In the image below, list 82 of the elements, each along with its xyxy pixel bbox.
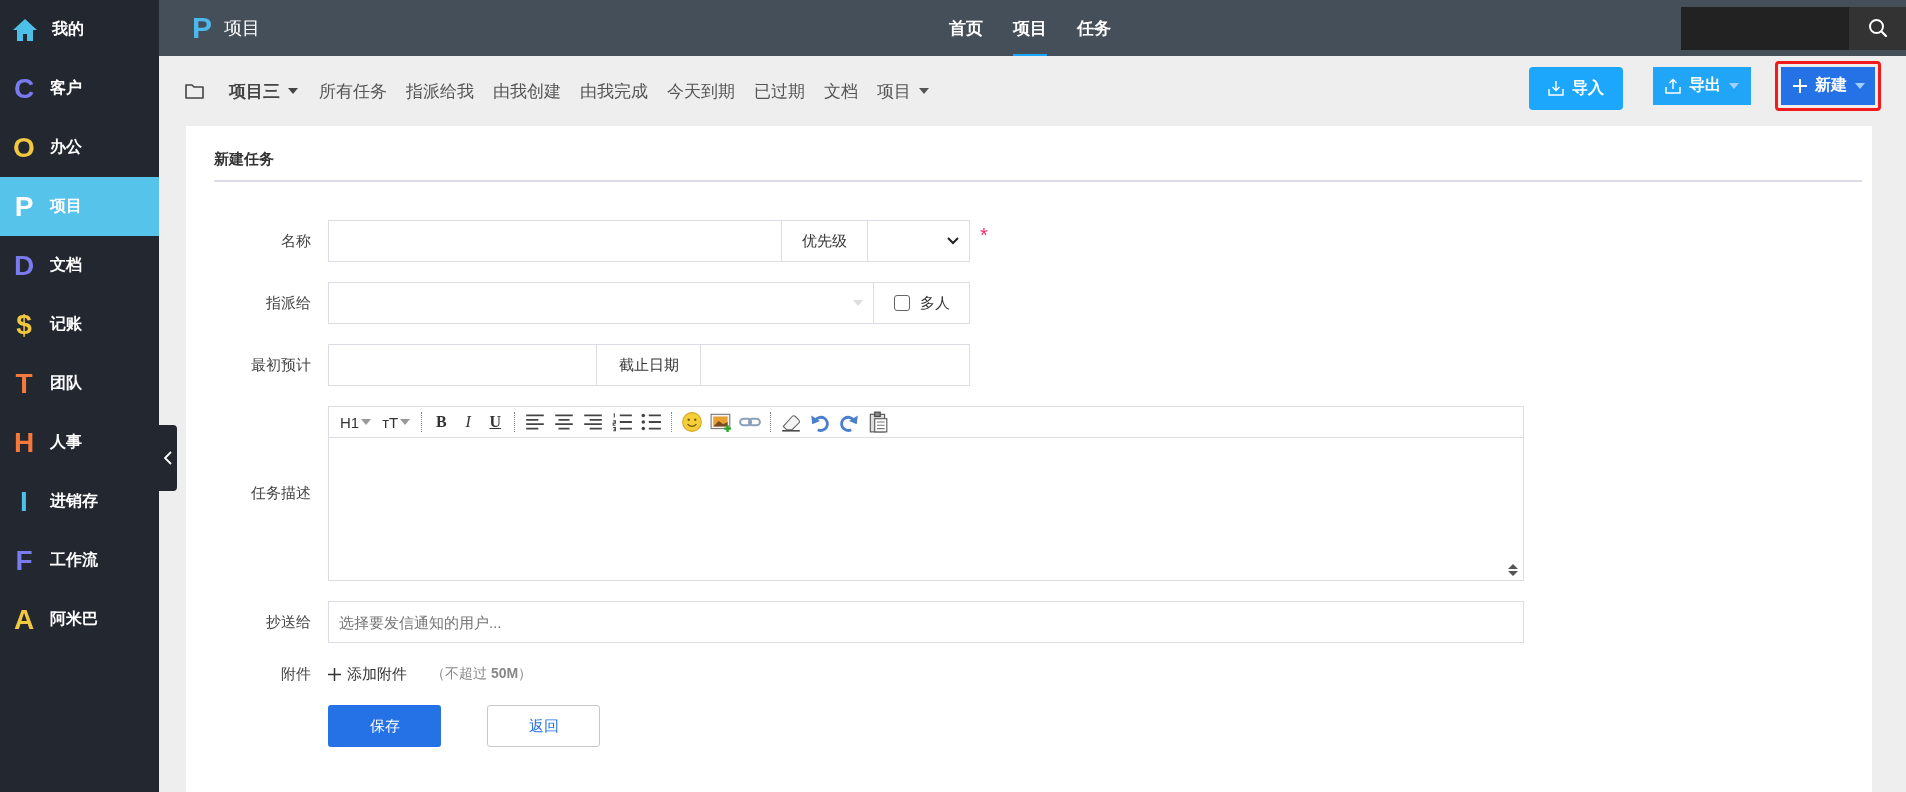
nav-tab[interactable]: 项目 xyxy=(1013,0,1047,56)
image-icon[interactable] xyxy=(709,411,734,433)
letter-icon: O xyxy=(12,133,36,162)
letter-icon: A xyxy=(12,605,36,634)
chevron-left-icon xyxy=(164,451,172,465)
letter-icon: C xyxy=(12,74,36,103)
download-icon xyxy=(1548,80,1564,96)
underline-button[interactable]: U xyxy=(484,411,507,433)
sidebar-item[interactable]: 我的 xyxy=(0,0,159,59)
field-label: 附件 xyxy=(280,664,311,684)
nav-link[interactable]: 文档 xyxy=(824,79,858,103)
date-field[interactable] xyxy=(701,344,970,386)
nav-link[interactable]: 由我创建 xyxy=(493,79,561,103)
caret-icon xyxy=(361,419,372,425)
sidebar-item[interactable]: A 阿米巴 xyxy=(0,590,159,649)
bold-button[interactable]: B xyxy=(430,411,453,433)
required-mark: * xyxy=(980,224,988,247)
logo-letter: P xyxy=(192,13,212,43)
letter-icon: $ xyxy=(12,310,36,339)
collapse-sidebar-button[interactable] xyxy=(159,425,177,491)
bullet-list-icon[interactable] xyxy=(639,411,664,433)
select-field[interactable] xyxy=(328,282,874,324)
nav-link[interactable]: 由我完成 xyxy=(580,79,648,103)
format-dropdown[interactable]: H1 xyxy=(337,411,375,433)
letter-icon: D xyxy=(12,251,36,280)
letter-icon: I xyxy=(12,487,36,516)
project-menu[interactable]: 项目三 xyxy=(229,79,298,103)
sidebar-item[interactable]: $ 记账 xyxy=(0,295,159,354)
caret-icon xyxy=(1855,82,1865,89)
caret-icon xyxy=(919,88,929,94)
letter-icon: P xyxy=(12,192,36,221)
sidebar-item[interactable]: H 人事 xyxy=(0,413,159,472)
upload-icon xyxy=(1665,77,1681,94)
field-label: 最初预计 xyxy=(250,355,311,375)
sidebar-item[interactable]: O 办公 xyxy=(0,118,159,177)
search-field[interactable] xyxy=(1681,6,1849,50)
field-label: 指派给 xyxy=(265,293,311,313)
nav-link[interactable]: 所有任务 xyxy=(319,79,387,103)
nav-tab[interactable]: 首页 xyxy=(949,0,983,56)
plus-icon xyxy=(1793,78,1807,93)
card-title: 新建任务 xyxy=(214,149,275,169)
format-dropdown[interactable]: ᴛT xyxy=(379,411,414,433)
letter-icon: F xyxy=(12,546,36,575)
input-field[interactable]: 选择要发信通知的用户... xyxy=(328,601,1524,643)
checkbox[interactable] xyxy=(893,295,910,311)
sidebar-item[interactable]: I 进销存 xyxy=(0,472,159,531)
search-icon xyxy=(1867,18,1888,38)
field-label: 任务描述 xyxy=(250,484,311,503)
size-limit-note: （不超过 50M） xyxy=(431,665,533,683)
field-label: 抄送给 xyxy=(265,612,311,632)
chevron-down-icon xyxy=(947,237,959,245)
folder-icon xyxy=(185,83,204,99)
select-field[interactable] xyxy=(868,220,970,262)
save-button[interactable]: 保存 xyxy=(328,705,441,747)
resize-grip-icon xyxy=(1508,564,1518,576)
input-field[interactable] xyxy=(328,344,597,386)
nav-link[interactable]: 今天到期 xyxy=(667,79,735,103)
caret-icon xyxy=(853,300,863,306)
caret-icon xyxy=(288,88,298,94)
input-field[interactable] xyxy=(328,220,782,262)
plus-icon xyxy=(328,667,341,681)
sidebar-item[interactable]: T 团队 xyxy=(0,354,159,413)
app-title: 项目 xyxy=(224,17,260,40)
menu-link[interactable]: 项目 xyxy=(877,79,929,103)
search-button[interactable] xyxy=(1849,6,1906,50)
letter-icon: T xyxy=(12,369,36,398)
letter-icon: H xyxy=(12,428,36,457)
field-label: 名称 xyxy=(280,231,311,251)
add-attachment-link[interactable]: 添加附件 xyxy=(328,664,407,684)
numbered-list-icon[interactable] xyxy=(610,411,635,433)
nav-link[interactable]: 指派给我 xyxy=(406,79,474,103)
new-button[interactable]: 新建 xyxy=(1781,66,1875,105)
italic-button[interactable]: I xyxy=(457,411,480,433)
nav-tab[interactable]: 任务 xyxy=(1077,0,1111,56)
caret-icon xyxy=(400,419,411,425)
nav-link[interactable]: 已过期 xyxy=(754,79,805,103)
sidebar-item[interactable]: C 客户 xyxy=(0,59,159,118)
sidebar-item[interactable]: D 文档 xyxy=(0,236,159,295)
smiley-icon[interactable] xyxy=(680,411,705,433)
caret-icon xyxy=(1729,82,1739,89)
back-button[interactable]: 返回 xyxy=(487,705,600,747)
sidebar-item[interactable]: F 工作流 xyxy=(0,531,159,590)
